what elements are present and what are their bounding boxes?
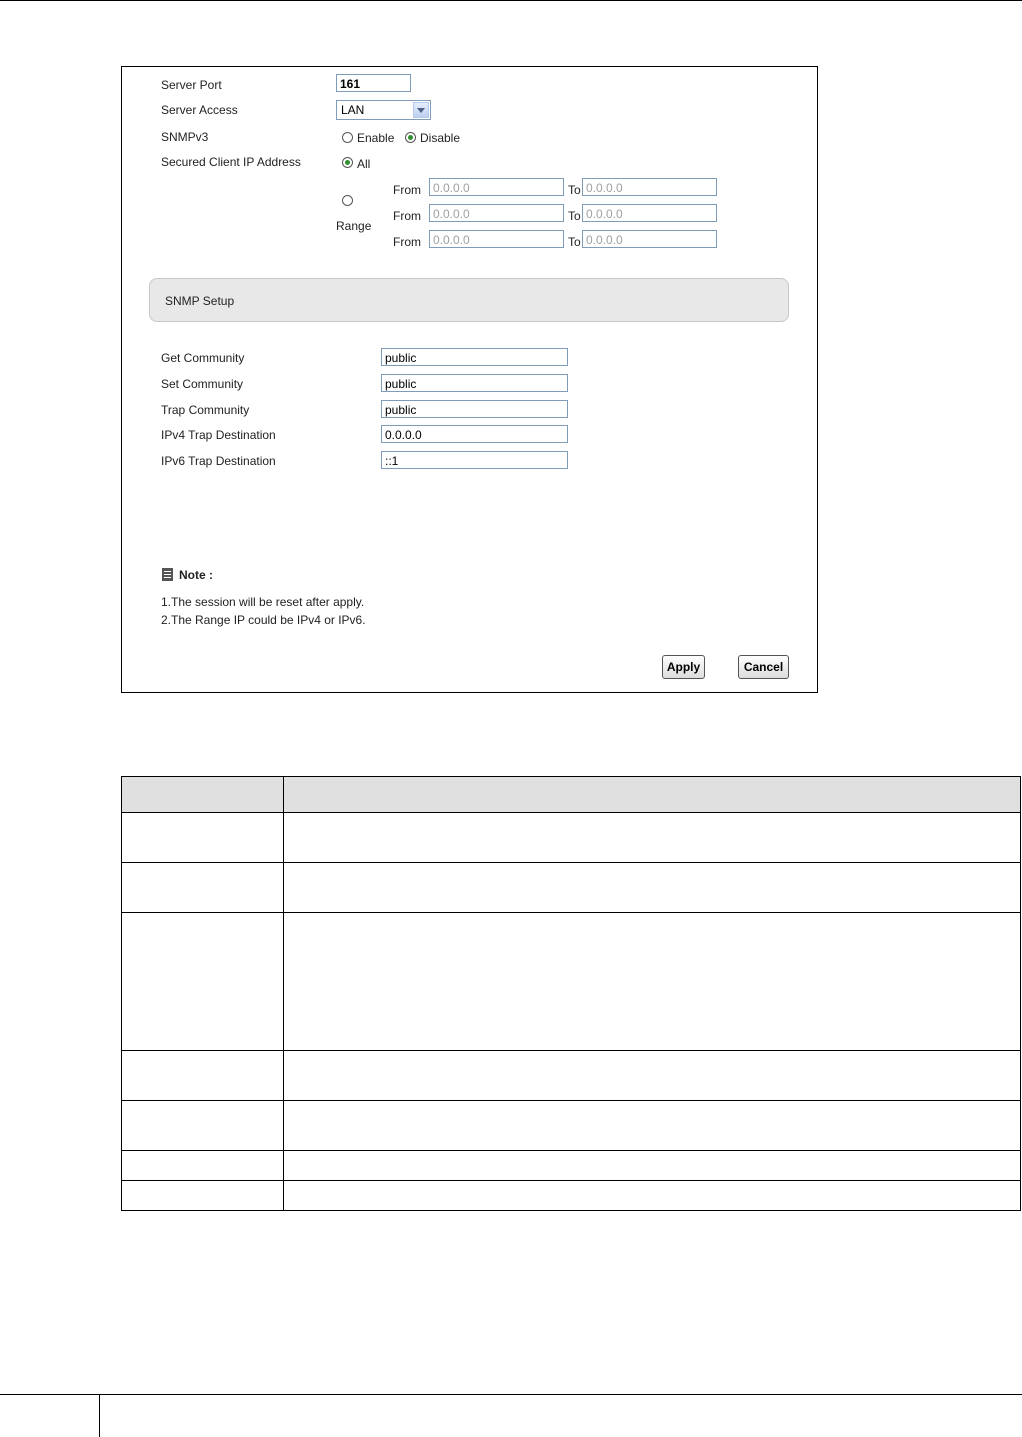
- page-number-box: [0, 1394, 100, 1437]
- snmpv3-label: SNMPv3: [161, 130, 209, 144]
- table-row: [121, 1050, 1021, 1101]
- snmpv3-disable-radio[interactable]: [405, 132, 416, 143]
- range-from-input[interactable]: 0.0.0.0: [429, 204, 564, 222]
- chevron-down-icon[interactable]: [413, 102, 429, 118]
- secured-client-range-radio[interactable]: [342, 195, 353, 206]
- top-rule: [0, 0, 1022, 1]
- table-cell: [283, 1150, 1021, 1181]
- snmpv3-enable-radio[interactable]: [342, 132, 353, 143]
- secured-client-all-label: All: [357, 157, 371, 171]
- table-cell: [283, 1180, 1021, 1211]
- table-cell: [121, 1150, 284, 1181]
- cancel-button[interactable]: Cancel: [738, 655, 789, 679]
- range-from-input[interactable]: 0.0.0.0: [429, 178, 564, 196]
- range-to-label: To: [568, 235, 581, 249]
- range-to-input[interactable]: 0.0.0.0: [582, 178, 717, 196]
- table-row: [121, 1180, 1021, 1211]
- table-cell: [283, 812, 1021, 863]
- table-cell: [121, 912, 284, 1051]
- server-access-label: Server Access: [161, 103, 238, 117]
- table-cell: [121, 862, 284, 913]
- get-community-label: Get Community: [161, 351, 245, 365]
- table-header-row: [121, 776, 1021, 813]
- table-row: [121, 912, 1021, 1051]
- footer-rule: [100, 1394, 1022, 1395]
- table-cell: [283, 1100, 1021, 1151]
- range-to-input[interactable]: 0.0.0.0: [582, 204, 717, 222]
- table-row: [121, 862, 1021, 913]
- set-community-label: Set Community: [161, 377, 244, 391]
- table-row: [121, 812, 1021, 863]
- range-from-label: From: [393, 183, 421, 197]
- snmpv3-enable-label: Enable: [357, 131, 395, 145]
- range-from-label: From: [393, 209, 421, 223]
- note-line-2: 2.The Range IP could be IPv4 or IPv6.: [161, 613, 366, 627]
- server-access-select[interactable]: LAN: [336, 100, 431, 120]
- secured-client-label: Secured Client IP Address: [161, 155, 301, 169]
- table-cell: [283, 912, 1021, 1051]
- ipv6-trap-destination-input[interactable]: ::1: [381, 451, 568, 469]
- field-description-table: [121, 776, 1021, 1211]
- server-access-value: LAN: [341, 103, 365, 117]
- table-cell: [121, 1050, 284, 1101]
- trap-community-input[interactable]: public: [381, 400, 568, 418]
- table-row: [121, 1150, 1021, 1181]
- table-cell: [121, 1100, 284, 1151]
- ipv4-trap-destination-input[interactable]: 0.0.0.0: [381, 425, 568, 443]
- table-header-cell: [121, 776, 284, 813]
- table-header-cell: [283, 776, 1021, 813]
- table-cell: [121, 812, 284, 863]
- secured-client-range-label: Range: [336, 219, 372, 233]
- table-cell: [121, 1180, 284, 1211]
- snmpv3-disable-label: Disable: [420, 131, 461, 145]
- section-title: SNMP Setup: [165, 294, 235, 308]
- snmp-settings-screenshot: Server Port 161 Server Access LAN SNMPv3…: [121, 66, 818, 693]
- server-port-label: Server Port: [161, 78, 222, 92]
- range-from-label: From: [393, 235, 421, 249]
- note-icon: [162, 568, 173, 581]
- ipv4-trap-destination-label: IPv4 Trap Destination: [161, 428, 276, 442]
- range-to-label: To: [568, 183, 581, 197]
- server-port-input[interactable]: 161: [336, 74, 411, 92]
- note-title: Note :: [179, 568, 213, 582]
- note-line-1: 1.The session will be reset after apply.: [161, 595, 365, 609]
- apply-button[interactable]: Apply: [662, 655, 705, 679]
- set-community-input[interactable]: public: [381, 374, 568, 392]
- table-cell: [283, 862, 1021, 913]
- secured-client-all-radio[interactable]: [342, 157, 353, 168]
- snmp-setup-section-header: SNMP Setup: [149, 278, 789, 322]
- range-to-input[interactable]: 0.0.0.0: [582, 230, 717, 248]
- trap-community-label: Trap Community: [161, 403, 250, 417]
- range-from-input[interactable]: 0.0.0.0: [429, 230, 564, 248]
- get-community-input[interactable]: public: [381, 348, 568, 366]
- table-row: [121, 1100, 1021, 1151]
- ipv6-trap-destination-label: IPv6 Trap Destination: [161, 454, 276, 468]
- table-cell: [283, 1050, 1021, 1101]
- range-to-label: To: [568, 209, 581, 223]
